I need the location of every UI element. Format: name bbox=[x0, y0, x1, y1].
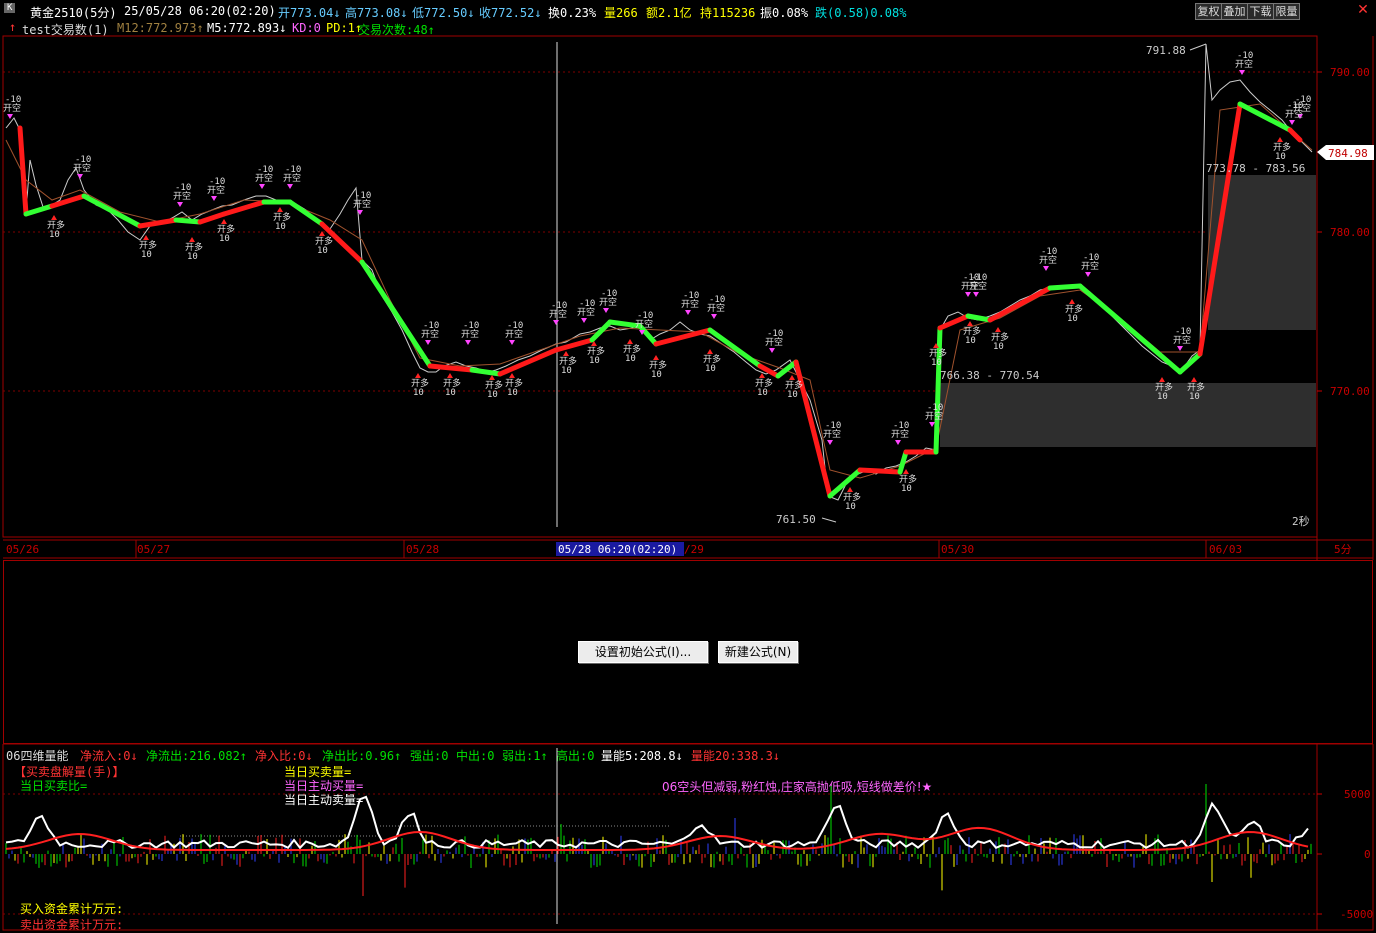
crosshair-date-label: 05/28 06:20(02:20) bbox=[558, 543, 677, 556]
zone-lower-label: 766.38 - 770.54 bbox=[940, 369, 1040, 382]
date-label-0529: /29 bbox=[684, 543, 704, 556]
period-label[interactable]: 5分 bbox=[1334, 543, 1352, 556]
date-axis: 05/26 05/27 05/28 05/28 06:20(02:20) /29… bbox=[6, 542, 1352, 556]
svg-text:开空: 开空 bbox=[173, 190, 191, 202]
svg-text:开空: 开空 bbox=[1285, 108, 1303, 120]
set-formula-button[interactable]: 设置初始公式(I)... bbox=[578, 641, 708, 663]
svg-text:10: 10 bbox=[901, 484, 912, 494]
svg-text:10: 10 bbox=[1067, 314, 1078, 324]
svg-text:10: 10 bbox=[757, 388, 768, 398]
svg-text:10: 10 bbox=[993, 342, 1004, 352]
vol-axis-5000: 5000 bbox=[1344, 788, 1371, 801]
current-price-value: 784.98 bbox=[1328, 147, 1368, 160]
svg-text:10: 10 bbox=[219, 234, 230, 244]
svg-text:开空: 开空 bbox=[421, 328, 439, 340]
svg-text:开空: 开空 bbox=[461, 328, 479, 340]
svg-text:10: 10 bbox=[317, 246, 328, 256]
svg-text:10: 10 bbox=[1189, 392, 1200, 402]
date-label-0530: 05/30 bbox=[941, 543, 974, 556]
svg-text:开空: 开空 bbox=[681, 298, 699, 310]
low-annotation: 761.50 bbox=[776, 513, 816, 526]
price-label-780: 780.00 bbox=[1330, 226, 1370, 239]
svg-text:10: 10 bbox=[141, 250, 152, 260]
svg-text:开空: 开空 bbox=[765, 336, 783, 348]
vol-axis-0: 0 bbox=[1364, 848, 1371, 861]
zone-upper-label: 773.78 - 783.56 bbox=[1206, 162, 1305, 175]
svg-text:开空: 开空 bbox=[73, 162, 91, 174]
svg-text:10: 10 bbox=[651, 370, 662, 380]
svg-text:10: 10 bbox=[787, 390, 798, 400]
svg-text:开空: 开空 bbox=[599, 296, 617, 308]
svg-text:开空: 开空 bbox=[707, 302, 725, 314]
svg-text:10: 10 bbox=[931, 358, 942, 368]
svg-text:开空: 开空 bbox=[255, 172, 273, 184]
vol-axis-neg5000: -5000 bbox=[1340, 908, 1373, 921]
svg-text:10: 10 bbox=[1275, 152, 1286, 162]
svg-text:10: 10 bbox=[187, 252, 198, 262]
date-label-0603: 06/03 bbox=[1209, 543, 1242, 556]
date-label-0528: 05/28 bbox=[406, 543, 439, 556]
price-label-770: 770.00 bbox=[1330, 385, 1370, 398]
svg-text:开空: 开空 bbox=[283, 172, 301, 184]
svg-text:开空: 开空 bbox=[549, 308, 567, 320]
date-label-0527: 05/27 bbox=[137, 543, 170, 556]
svg-text:开空: 开空 bbox=[207, 184, 225, 196]
price-label-790: 790.00 bbox=[1330, 66, 1370, 79]
svg-text:10: 10 bbox=[413, 388, 424, 398]
svg-text:10: 10 bbox=[507, 388, 518, 398]
svg-text:开空: 开空 bbox=[635, 318, 653, 330]
svg-text:10: 10 bbox=[625, 354, 636, 364]
svg-text:10: 10 bbox=[275, 222, 286, 232]
svg-text:开空: 开空 bbox=[577, 306, 595, 318]
svg-text:开空: 开空 bbox=[1235, 58, 1253, 70]
main-frame bbox=[2, 35, 1318, 538]
svg-text:开空: 开空 bbox=[925, 410, 943, 422]
svg-text:开空: 开空 bbox=[1039, 254, 1057, 266]
svg-text:10: 10 bbox=[487, 390, 498, 400]
refresh-timer: 2秒 bbox=[1292, 514, 1310, 528]
svg-text:10: 10 bbox=[561, 366, 572, 376]
svg-text:开空: 开空 bbox=[1081, 260, 1099, 272]
svg-text:10: 10 bbox=[705, 364, 716, 374]
svg-text:10: 10 bbox=[589, 356, 600, 366]
price-chart[interactable]: 790.00 780.00 770.00 784.98 -10开空-10开空-1… bbox=[0, 0, 1376, 560]
zone-lower bbox=[940, 383, 1316, 447]
high-annotation: 791.88 bbox=[1146, 44, 1186, 57]
svg-text:开空: 开空 bbox=[353, 198, 371, 210]
svg-text:开空: 开空 bbox=[1173, 334, 1191, 346]
new-formula-button[interactable]: 新建公式(N) bbox=[718, 641, 798, 663]
svg-text:开空: 开空 bbox=[969, 280, 987, 292]
volume-bars bbox=[5, 784, 1312, 896]
svg-text:10: 10 bbox=[965, 336, 976, 346]
svg-text:10: 10 bbox=[1157, 392, 1168, 402]
svg-text:10: 10 bbox=[845, 502, 856, 512]
svg-text:开空: 开空 bbox=[891, 428, 909, 440]
date-label-0526: 05/26 bbox=[6, 543, 39, 556]
svg-text:开空: 开空 bbox=[3, 102, 21, 114]
svg-text:10: 10 bbox=[49, 230, 60, 240]
svg-text:开空: 开空 bbox=[823, 428, 841, 440]
svg-text:开空: 开空 bbox=[505, 328, 523, 340]
volume-chart[interactable]: 5000 0 -5000 bbox=[0, 744, 1376, 933]
svg-text:10: 10 bbox=[445, 388, 456, 398]
